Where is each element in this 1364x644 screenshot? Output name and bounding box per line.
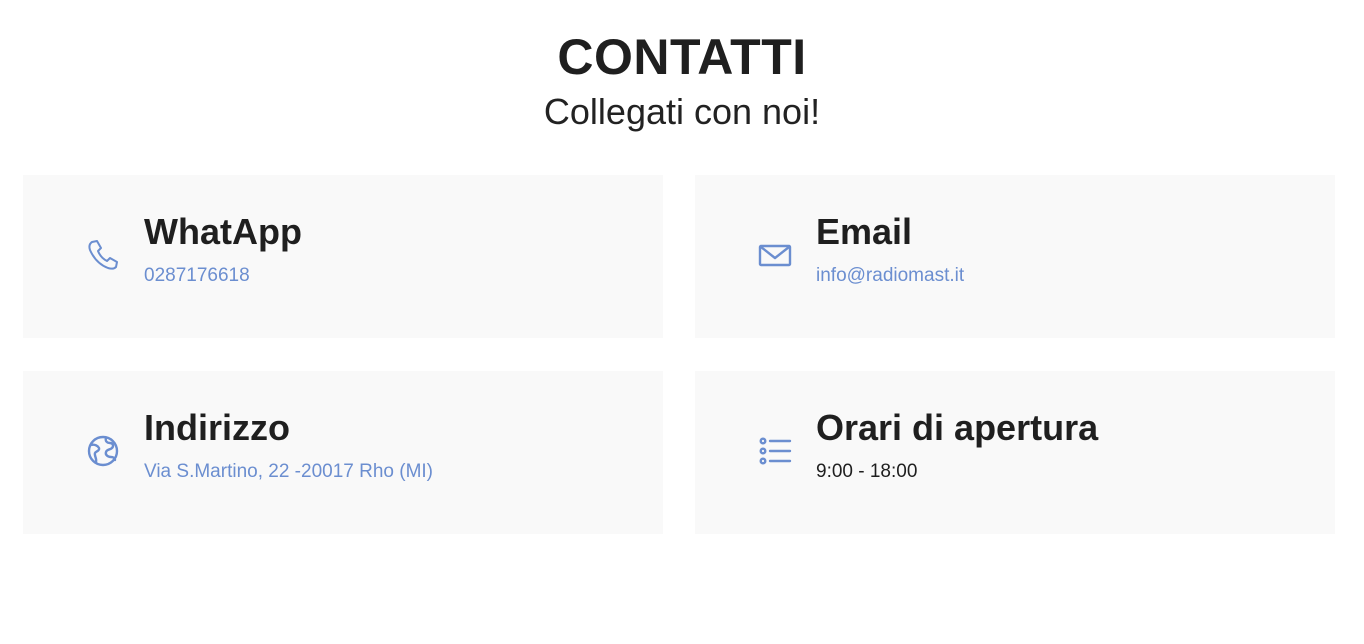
contact-card-address: Indirizzo Via S.Martino, 22 -20017 Rho (… <box>23 371 663 534</box>
contacts-section: CONTATTI Collegati con noi! WhatApp 0287… <box>0 0 1364 644</box>
section-header: CONTATTI Collegati con noi! <box>0 28 1364 134</box>
phone-icon <box>86 238 120 272</box>
section-subtitle: Collegati con noi! <box>543 91 821 132</box>
address-link[interactable]: Via S.Martino, 22 -20017 Rho (MI) <box>144 460 433 484</box>
contact-card-hours: Orari di apertura 9:00 - 18:00 <box>695 371 1335 534</box>
phone-number-link[interactable]: 0287176618 <box>144 264 250 288</box>
card-heading: WhatApp <box>144 211 302 252</box>
email-link[interactable]: info@radiomast.it <box>816 264 964 288</box>
contact-card-email: Email info@radiomast.it <box>695 175 1335 338</box>
contact-card-whatsapp: WhatApp 0287176618 <box>23 175 663 338</box>
card-heading: Indirizzo <box>144 407 290 448</box>
card-heading: Email <box>816 211 913 252</box>
globe-icon <box>86 434 120 468</box>
opening-hours-text: 9:00 - 18:00 <box>816 461 918 482</box>
card-heading: Orari di apertura <box>816 407 1099 448</box>
section-title: CONTATTI <box>557 29 807 85</box>
list-icon <box>758 434 792 468</box>
envelope-icon <box>758 238 792 272</box>
